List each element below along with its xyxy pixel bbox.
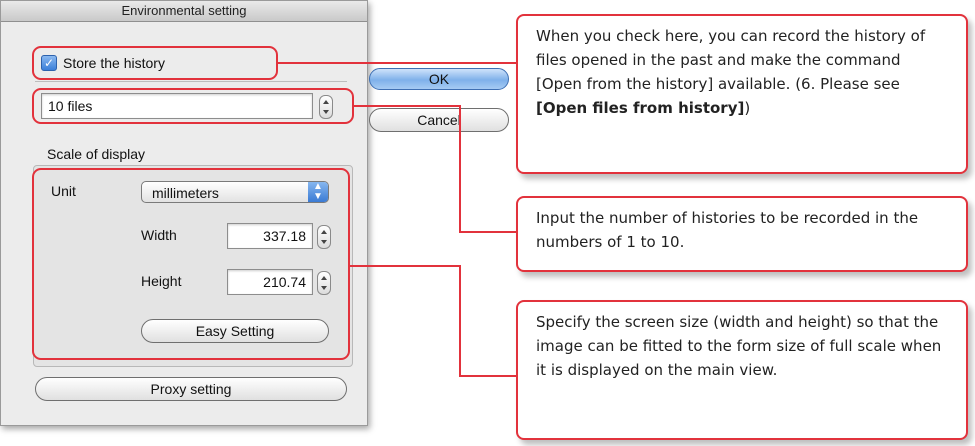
callout-scale: Specify the screen size (width and heigh… xyxy=(516,300,968,440)
callout-history-count-text: Input the number of histories to be reco… xyxy=(536,209,919,251)
callout-store-history-tail: ) xyxy=(744,99,751,117)
open-files-from-history-reference: [Open files from history] xyxy=(536,99,745,117)
callout-scale-text: Specify the screen size (width and heigh… xyxy=(536,313,942,379)
callout-store-history: When you check here, you can record the … xyxy=(516,14,968,174)
callout-history-count: Input the number of histories to be reco… xyxy=(516,196,968,272)
callout-store-history-text: When you check here, you can record the … xyxy=(536,27,926,93)
